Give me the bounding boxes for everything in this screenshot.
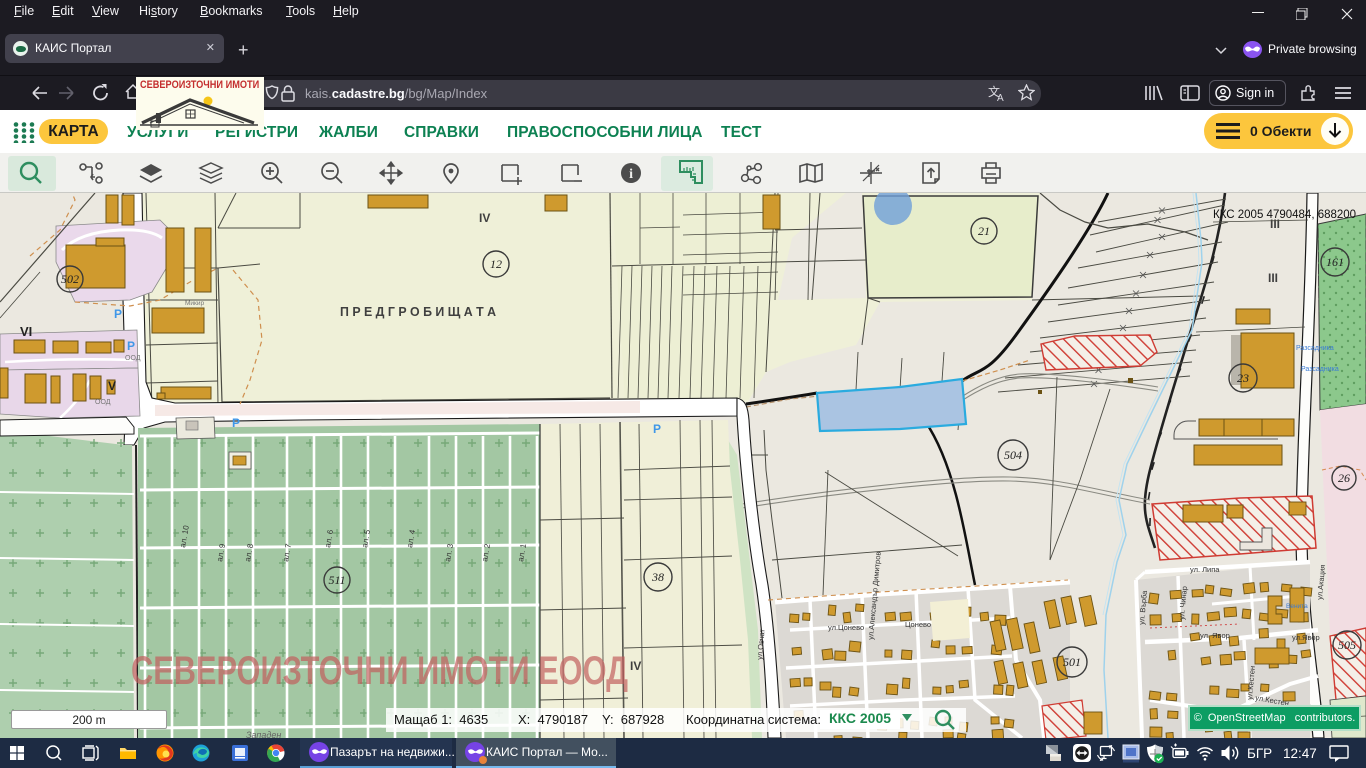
svg-text:ул. Явор: ул. Явор xyxy=(1200,631,1230,640)
svg-text:P: P xyxy=(127,339,135,353)
svg-text:21: 21 xyxy=(978,224,990,238)
svg-text:БГР: БГР xyxy=(1247,746,1272,761)
svg-text:ККС 2005 4790484, 688200: ККС 2005 4790484, 688200 xyxy=(1213,209,1356,221)
svg-text:Микир: Микир xyxy=(185,300,205,307)
svg-text:Разсадника: Разсадника xyxy=(1296,345,1334,352)
svg-text:IV: IV xyxy=(630,659,641,673)
svg-text:12:47: 12:47 xyxy=(1283,746,1317,761)
svg-text:VI: VI xyxy=(20,324,32,339)
svg-text:P: P xyxy=(653,422,661,436)
svg-text:P: P xyxy=(232,416,240,430)
svg-text:Разсадника: Разсадника xyxy=(1301,366,1339,373)
svg-text:26: 26 xyxy=(1338,471,1350,485)
svg-text:ООД: ООД xyxy=(95,399,111,406)
svg-text:СЕВЕРОИЗТОЧНИ ИМОТИ ЕООД: СЕВЕРОИЗТОЧНИ ИМОТИ ЕООД xyxy=(131,649,628,693)
svg-text:38: 38 xyxy=(651,570,664,584)
svg-text:23: 23 xyxy=(1237,371,1249,385)
svg-text:502: 502 xyxy=(61,272,79,286)
svg-text:12: 12 xyxy=(490,257,502,271)
svg-text:ул.Явор: ул.Явор xyxy=(1292,633,1320,642)
svg-text:161: 161 xyxy=(1326,255,1344,269)
svg-text:P: P xyxy=(114,307,122,321)
svg-text:П Р Е Д Г Р О Б И Щ А Т А: П Р Е Д Г Р О Б И Щ А Т А xyxy=(340,304,497,319)
svg-text:504: 504 xyxy=(1004,448,1022,462)
svg-text:IV: IV xyxy=(479,211,490,225)
svg-text:Венита: Венита xyxy=(1286,603,1308,610)
svg-text:A: A xyxy=(997,93,1004,102)
svg-text:501: 501 xyxy=(1063,655,1081,669)
svg-text:i: i xyxy=(629,167,633,182)
svg-text:505: 505 xyxy=(1338,638,1356,652)
svg-text:ООД: ООД xyxy=(125,355,141,362)
svg-text:511: 511 xyxy=(328,573,345,587)
svg-text:V: V xyxy=(108,379,116,393)
svg-text:Цонево: Цонево xyxy=(905,620,931,629)
svg-text:ул. Липа: ул. Липа xyxy=(1190,565,1220,574)
svg-text:ул.Цонево: ул.Цонево xyxy=(828,623,864,632)
svg-text:Западен: Западен xyxy=(246,730,281,738)
svg-text:III: III xyxy=(1268,271,1278,285)
